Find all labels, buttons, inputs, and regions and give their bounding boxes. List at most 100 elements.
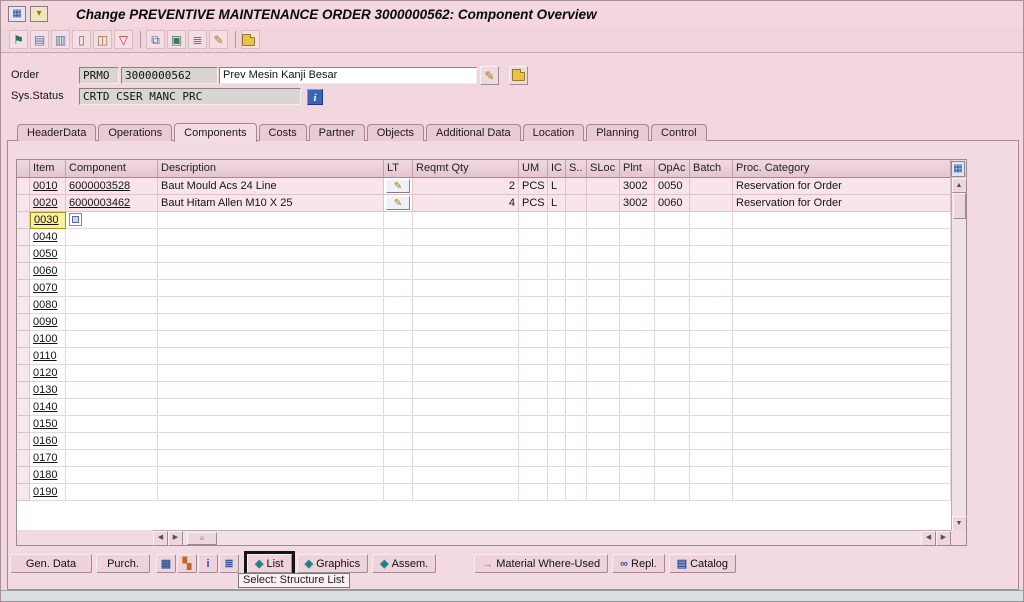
sloc-cell[interactable] [587, 450, 620, 467]
sort-button[interactable]: ▚ [177, 554, 197, 573]
qty-cell[interactable] [413, 450, 519, 467]
qty-cell[interactable] [413, 280, 519, 297]
order-number-field[interactable]: 3000000562 [121, 67, 218, 84]
col-header-category[interactable]: Proc. Category [733, 160, 951, 178]
category-cell[interactable] [733, 467, 951, 484]
lt-cell[interactable] [384, 467, 413, 484]
batch-cell[interactable] [690, 178, 733, 195]
batch-cell[interactable] [690, 433, 733, 450]
sloc-cell[interactable] [587, 314, 620, 331]
plnt-cell[interactable]: 3002 [620, 178, 655, 195]
sloc-cell[interactable] [587, 433, 620, 450]
row-selector[interactable] [17, 331, 30, 348]
plnt-cell[interactable] [620, 331, 655, 348]
qty-cell[interactable] [413, 314, 519, 331]
s-cell[interactable] [566, 382, 587, 399]
tab-partner[interactable]: Partner [309, 124, 365, 141]
sloc-cell[interactable] [587, 467, 620, 484]
col-header-batch[interactable]: Batch [690, 160, 733, 178]
row-selector[interactable] [17, 433, 30, 450]
component-cell[interactable] [66, 246, 158, 263]
um-cell[interactable] [519, 484, 548, 501]
row-selector[interactable] [17, 399, 30, 416]
category-cell[interactable] [733, 331, 951, 348]
status-button[interactable]: ▤ [30, 30, 49, 49]
plnt-cell[interactable] [620, 467, 655, 484]
description-cell[interactable] [158, 365, 384, 382]
qty-cell[interactable] [413, 348, 519, 365]
plnt-cell[interactable] [620, 229, 655, 246]
sloc-cell[interactable] [587, 416, 620, 433]
opac-cell[interactable]: 0060 [655, 195, 690, 212]
lt-cell[interactable] [384, 331, 413, 348]
row-selector[interactable] [17, 314, 30, 331]
info-button[interactable]: i [198, 554, 218, 573]
opac-cell[interactable] [655, 280, 690, 297]
ic-cell[interactable] [548, 399, 566, 416]
row-selector[interactable] [17, 382, 30, 399]
category-cell[interactable] [733, 416, 951, 433]
sloc-cell[interactable] [587, 212, 620, 229]
ic-cell[interactable] [548, 365, 566, 382]
opac-cell[interactable] [655, 416, 690, 433]
col-header-description[interactable]: Description [158, 160, 384, 178]
category-cell[interactable] [733, 212, 951, 229]
batch-cell[interactable] [690, 450, 733, 467]
lt-cell[interactable] [384, 229, 413, 246]
item-cell[interactable]: 0160 [30, 433, 66, 450]
scroll-left-button[interactable]: ◀ [153, 531, 168, 546]
col-header-sloc[interactable]: SLoc [587, 160, 620, 178]
batch-cell[interactable] [690, 331, 733, 348]
um-cell[interactable]: PCS [519, 178, 548, 195]
material-where-used-button[interactable]: →Material Where-Used [474, 554, 608, 573]
col-header-component[interactable]: Component [66, 160, 158, 178]
lt-cell[interactable]: ✎ [384, 178, 413, 195]
batch-cell[interactable] [690, 246, 733, 263]
matchcode-button[interactable] [69, 213, 82, 226]
vertical-scrollbar[interactable]: ▲ ▼ [951, 178, 966, 531]
s-cell[interactable] [566, 331, 587, 348]
s-cell[interactable] [566, 280, 587, 297]
category-cell[interactable]: Reservation for Order [733, 195, 951, 212]
category-cell[interactable] [733, 297, 951, 314]
um-cell[interactable] [519, 229, 548, 246]
item-cell[interactable]: 0040 [30, 229, 66, 246]
batch-cell[interactable] [690, 399, 733, 416]
purch-button[interactable]: Purch. [96, 554, 150, 573]
opac-cell[interactable]: 0050 [655, 178, 690, 195]
plnt-cell[interactable]: 3002 [620, 195, 655, 212]
component-cell[interactable]: 6000003462 [66, 195, 158, 212]
component-cell[interactable] [66, 416, 158, 433]
category-cell[interactable] [733, 382, 951, 399]
horizontal-scrollbar[interactable]: ◀ ▶ ≡ ◀ ▶ [153, 530, 951, 545]
lt-cell[interactable] [384, 450, 413, 467]
component-cell[interactable] [66, 297, 158, 314]
opac-cell[interactable] [655, 229, 690, 246]
lt-cell[interactable] [384, 280, 413, 297]
category-cell[interactable] [733, 450, 951, 467]
plnt-cell[interactable] [620, 450, 655, 467]
services-for-object-button[interactable] [509, 66, 528, 85]
ic-cell[interactable]: L [548, 178, 566, 195]
component-cell[interactable] [66, 348, 158, 365]
qty-cell[interactable] [413, 331, 519, 348]
lt-cell[interactable]: ✎ [384, 195, 413, 212]
ic-cell[interactable] [548, 382, 566, 399]
item-cell[interactable]: 0150 [30, 416, 66, 433]
tab-planning[interactable]: Planning [586, 124, 649, 141]
row-selector[interactable] [17, 450, 30, 467]
s-cell[interactable] [566, 467, 587, 484]
s-cell[interactable] [566, 314, 587, 331]
um-cell[interactable] [519, 246, 548, 263]
sloc-cell[interactable] [587, 280, 620, 297]
sloc-cell[interactable] [587, 229, 620, 246]
assem-button[interactable]: ◈Assem. [372, 554, 436, 573]
component-cell[interactable] [66, 331, 158, 348]
um-cell[interactable] [519, 212, 548, 229]
plnt-cell[interactable] [620, 212, 655, 229]
lt-cell[interactable] [384, 263, 413, 280]
um-cell[interactable] [519, 365, 548, 382]
component-cell[interactable] [66, 263, 158, 280]
row-selector[interactable] [17, 246, 30, 263]
col-header-plnt[interactable]: Plnt [620, 160, 655, 178]
